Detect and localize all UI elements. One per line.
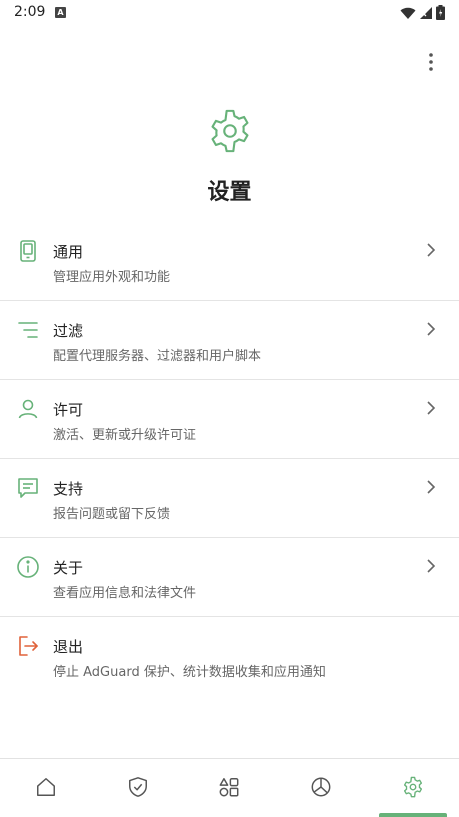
menu-item-license[interactable]: 许可 激活、更新或升级许可证: [0, 380, 459, 459]
active-tab-indicator: [379, 813, 448, 817]
person-icon: [18, 399, 38, 419]
gear-icon: [211, 109, 249, 153]
settings-menu: 通用 管理应用外观和功能 过滤 配置代理服务器、过滤器和用户脚本 许可 激活、更…: [0, 222, 459, 695]
chevron-right-icon: [427, 480, 436, 494]
more-options-button[interactable]: [419, 50, 443, 74]
info-icon: [17, 556, 39, 578]
nav-apps[interactable]: [184, 759, 276, 817]
nav-settings[interactable]: [367, 759, 459, 817]
page-title: 设置: [207, 180, 252, 205]
chevron-right-icon: [427, 559, 436, 573]
logout-icon: [19, 636, 38, 656]
phone-icon: [20, 240, 36, 262]
status-time: 2:09: [14, 4, 46, 20]
battery-icon: [436, 5, 445, 20]
menu-item-filtering[interactable]: 过滤 配置代理服务器、过滤器和用户脚本: [0, 301, 459, 380]
gear-icon: [404, 776, 423, 798]
nav-protection[interactable]: [92, 759, 184, 817]
menu-subtitle: 激活、更新或升级许可证: [53, 428, 197, 443]
menu-title: 过滤: [53, 322, 84, 340]
nav-home[interactable]: [0, 759, 92, 817]
pie-chart-icon: [311, 777, 331, 797]
menu-subtitle: 配置代理服务器、过滤器和用户脚本: [53, 349, 262, 364]
chevron-right-icon: [427, 401, 436, 415]
nav-statistics[interactable]: [275, 759, 367, 817]
menu-subtitle: 管理应用外观和功能: [53, 270, 171, 285]
apps-icon: [220, 778, 239, 797]
chevron-right-icon: [427, 243, 436, 257]
chat-icon: [18, 478, 38, 498]
menu-title: 支持: [53, 480, 84, 498]
menu-subtitle: 报告问题或留下反馈: [53, 507, 171, 522]
a-icon: A: [55, 7, 66, 18]
wifi-icon: [400, 7, 416, 19]
menu-subtitle: 停止 AdGuard 保护、统计数据收集和应用通知: [53, 665, 326, 680]
chevron-right-icon: [427, 322, 436, 336]
shield-check-icon: [128, 777, 147, 797]
menu-item-about[interactable]: 关于 查看应用信息和法律文件: [0, 538, 459, 617]
menu-subtitle: 查看应用信息和法律文件: [53, 586, 197, 601]
menu-title: 许可: [53, 401, 84, 419]
filter-lines-icon: [18, 322, 38, 338]
menu-item-general[interactable]: 通用 管理应用外观和功能: [0, 222, 459, 301]
home-icon: [36, 778, 55, 796]
menu-title: 关于: [53, 559, 84, 577]
more-vertical-icon: [429, 53, 433, 71]
bottom-navigation: [0, 758, 459, 817]
menu-title: 退出: [53, 638, 84, 656]
signal-icon: [420, 6, 432, 19]
status-bar: 2:09 A: [0, 0, 459, 26]
menu-title: 通用: [53, 243, 84, 261]
menu-item-exit[interactable]: 退出 停止 AdGuard 保护、统计数据收集和应用通知: [0, 617, 459, 695]
menu-item-support[interactable]: 支持 报告问题或留下反馈: [0, 459, 459, 538]
status-icons: [400, 5, 445, 20]
